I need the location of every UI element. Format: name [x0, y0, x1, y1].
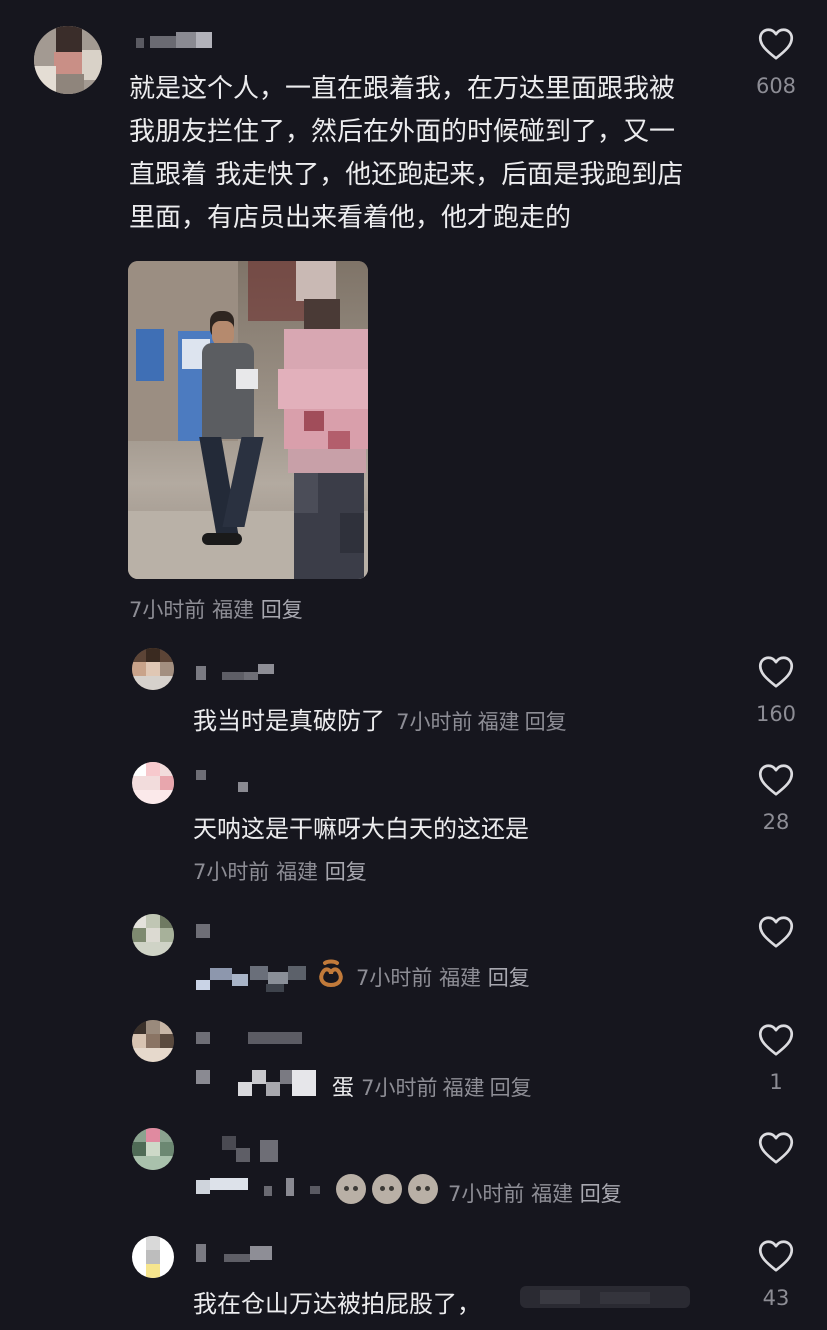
comment-location: 福建 — [212, 598, 255, 622]
username-redacted[interactable] — [196, 662, 280, 682]
reply-text-fragment: 蛋 — [332, 1076, 355, 1101]
reply-location: 福建 — [439, 966, 482, 990]
heart-outline-icon[interactable] — [758, 1023, 794, 1057]
reply-time: 7小时前 — [356, 966, 433, 990]
heart-outline-icon[interactable] — [758, 27, 794, 61]
like-count: 43 — [762, 1286, 790, 1310]
avatar[interactable] — [132, 1236, 174, 1278]
reply-button[interactable]: 回复 — [525, 710, 567, 734]
reply-text: 我当时是真破防了 — [193, 707, 385, 735]
comment-line: 直跟着 我走快了，他还跑起来，后面是我跑到店 — [129, 160, 684, 190]
reply-row: 蛋 7小时前 福建 回复 — [332, 1070, 532, 1102]
reply-row: 我当时是真破防了 7小时前 福建 回复 — [193, 701, 567, 736]
username-redacted[interactable] — [196, 770, 256, 794]
comment-text: 就是这个人，一直在跟着我，在万达里面跟我被 我朋友拦住了，然后在外面的时候碰到了… — [129, 68, 729, 240]
reply-text-redacted — [520, 1282, 690, 1312]
reply-text-redacted — [196, 1174, 336, 1200]
username-redacted[interactable] — [196, 1244, 280, 1264]
reply-location: 福建 — [442, 1076, 485, 1100]
reply-time: 7小时前 — [448, 1182, 525, 1206]
reply-text: 天呐这是干嘛呀大白天的这还是 — [193, 815, 529, 843]
heart-outline-icon[interactable] — [758, 763, 794, 797]
comment-photo[interactable] — [128, 261, 368, 579]
like-count: 1 — [769, 1070, 783, 1094]
reply-meta: 7小时前 福建 回复 — [193, 856, 367, 886]
username-redacted[interactable] — [222, 1136, 282, 1162]
avatar[interactable] — [132, 762, 174, 804]
pretzel-emoji-icon — [319, 959, 343, 988]
reply-button[interactable]: 回复 — [488, 966, 530, 990]
comment-line: 里面，有店员出来看着他，他才跑走的 — [129, 203, 572, 233]
avatar[interactable] — [34, 26, 102, 94]
heart-outline-icon[interactable] — [758, 915, 794, 949]
crying-face-emoji-icon — [336, 1174, 366, 1204]
reply-time: 7小时前 — [396, 710, 473, 734]
avatar[interactable] — [132, 1020, 174, 1062]
crying-face-emoji-icon — [372, 1174, 402, 1204]
reply-text: 我在仓山万达被拍屁股了， — [193, 1290, 481, 1318]
username-redacted[interactable] — [196, 924, 216, 940]
like-count: 160 — [755, 702, 797, 726]
reply-meta: 7小时前 福建 回复 — [356, 962, 530, 992]
reply-meta: 7小时前 福建 回复 — [448, 1178, 622, 1208]
reply-button[interactable]: 回复 — [261, 598, 303, 622]
heart-outline-icon[interactable] — [758, 655, 794, 689]
comment-time: 7小时前 — [129, 598, 206, 622]
username-redacted[interactable] — [136, 30, 216, 50]
username-redacted[interactable] — [196, 1030, 306, 1046]
reply-text-redacted — [196, 962, 322, 992]
avatar[interactable] — [132, 914, 174, 956]
comment-line: 我朋友拦住了，然后在外面的时候碰到了，又一 — [129, 117, 676, 147]
reply-location: 福建 — [477, 710, 520, 734]
reply-button[interactable]: 回复 — [325, 860, 367, 884]
reply-location: 福建 — [531, 1182, 574, 1206]
heart-outline-icon[interactable] — [758, 1239, 794, 1273]
reply-time: 7小时前 — [361, 1076, 438, 1100]
like-count: 28 — [762, 810, 790, 834]
heart-outline-icon[interactable] — [758, 1131, 794, 1165]
reply-location: 福建 — [276, 860, 319, 884]
crying-face-emoji-icon — [408, 1174, 438, 1204]
reply-time: 7小时前 — [193, 860, 270, 884]
reply-button[interactable]: 回复 — [490, 1076, 532, 1100]
comment-line: 就是这个人，一直在跟着我，在万达里面跟我被 — [129, 74, 676, 104]
avatar[interactable] — [132, 648, 174, 690]
reply-button[interactable]: 回复 — [580, 1182, 622, 1206]
avatar[interactable] — [132, 1128, 174, 1170]
comment-meta: 7小时前 福建 回复 — [129, 594, 303, 624]
like-count: 608 — [755, 74, 797, 98]
